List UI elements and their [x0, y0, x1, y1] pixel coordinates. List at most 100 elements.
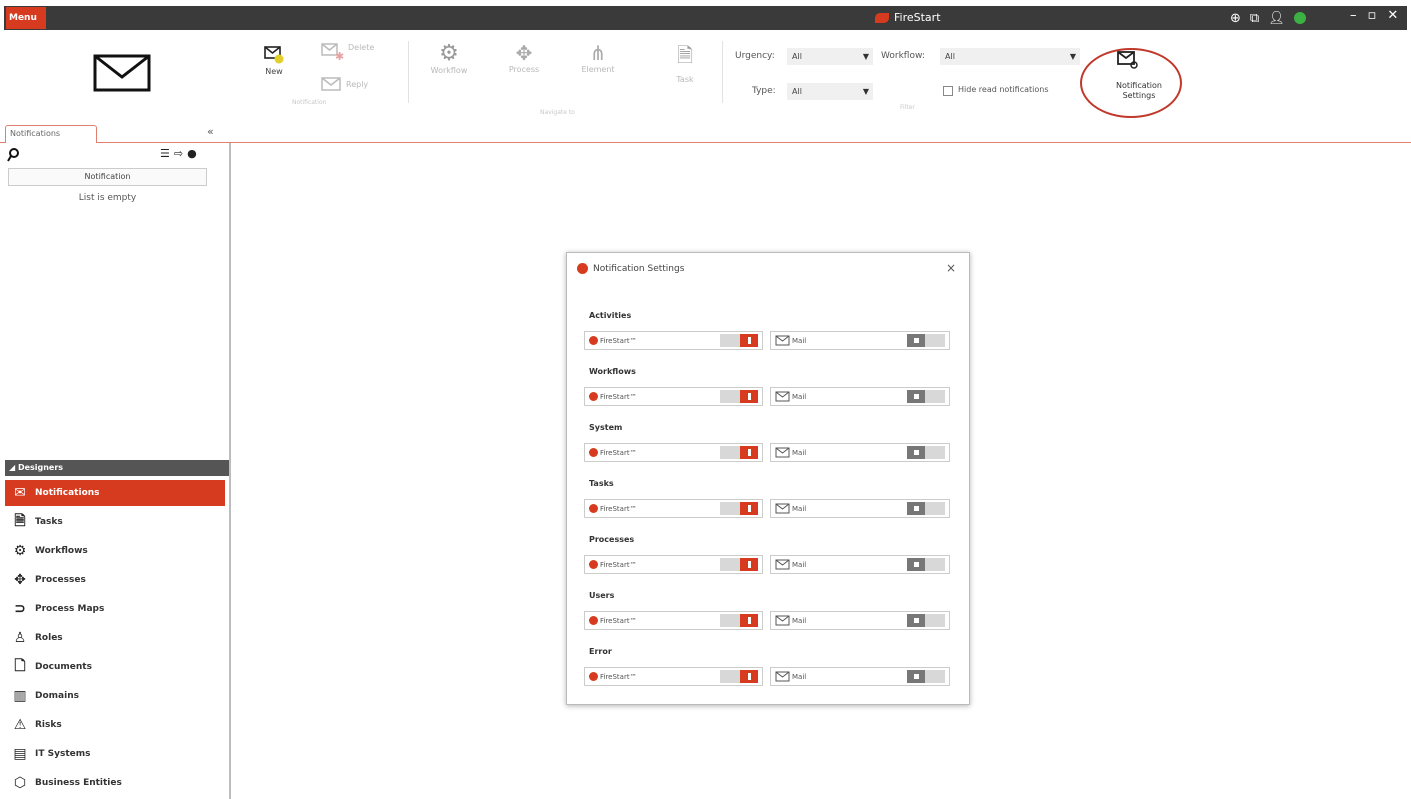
firestart-channel-field: FireStart™ — [584, 331, 763, 350]
firestart-toggle[interactable] — [720, 390, 760, 403]
copy-icon[interactable]: ⧉ — [1250, 11, 1259, 26]
firestart-toggle[interactable] — [720, 502, 760, 515]
mail-channel-label: Mail — [792, 616, 807, 625]
firestart-channel-field: FireStart™ — [584, 499, 763, 518]
mail-icon — [775, 335, 790, 346]
dialog-close-icon[interactable]: × — [946, 261, 956, 275]
sidebar-item-notifications[interactable]: ✉ Notifications — [5, 480, 225, 506]
mail-toggle[interactable] — [907, 390, 947, 403]
hide-read-checkbox[interactable] — [943, 86, 953, 96]
firestart-toggle[interactable] — [720, 446, 760, 459]
mail-toggle[interactable] — [907, 614, 947, 627]
notification-column-header[interactable]: Notification — [8, 168, 207, 186]
risk-icon: ⚠ — [13, 717, 27, 733]
menu-button[interactable]: Menu — [6, 7, 46, 29]
notification-settings-icon[interactable] — [1116, 49, 1140, 71]
workflow-gear-icon: ⚙ — [439, 41, 459, 66]
firestart-toggle[interactable] — [720, 334, 760, 347]
sidebar-item-domains[interactable]: ▥ Domains — [5, 683, 225, 709]
workflow-filter-select[interactable]: All ▼ — [940, 48, 1080, 65]
firestart-logo-icon — [577, 263, 588, 274]
sidebar-item-business-entities[interactable]: ⬡ Business Entities — [5, 770, 225, 796]
type-select[interactable]: All ▼ — [787, 83, 873, 100]
mail-toggle[interactable] — [907, 670, 947, 683]
notification-channel-row: FireStart™ Mail — [584, 499, 950, 518]
titlebar-tools: ⊕ ⧉ 👤︎ — [1230, 8, 1306, 28]
toggle-track — [720, 502, 740, 515]
sidebar-item-roles[interactable]: ♙ Roles — [5, 625, 225, 651]
firestart-toggle[interactable] — [720, 670, 760, 683]
mail-toggle[interactable] — [907, 446, 947, 459]
mail-channel-field: Mail — [770, 611, 950, 630]
notification-channel-row: FireStart™ Mail — [584, 611, 950, 630]
firestart-toggle[interactable] — [720, 614, 760, 627]
firestart-channel-label: FireStart™ — [600, 616, 637, 625]
sidebar-item-it-systems[interactable]: ▤ IT Systems — [5, 741, 225, 767]
toggle-track — [720, 446, 740, 459]
reply-button[interactable]: Reply — [320, 75, 368, 93]
toggle-knob — [740, 502, 758, 515]
mail-toggle[interactable] — [907, 558, 947, 571]
search-icon[interactable] — [7, 148, 19, 162]
title-bar: Menu FireStart ⊕ ⧉ 👤︎ – ▫ ✕ — [0, 0, 1411, 33]
online-status-icon[interactable] — [1293, 12, 1306, 24]
notification-channel-row: FireStart™ Mail — [584, 555, 950, 574]
toggle-knob — [740, 334, 758, 347]
navigate-process-button[interactable]: ✥ Process — [504, 41, 544, 74]
delete-button[interactable]: ✱ Delete — [320, 41, 374, 61]
new-notification-button[interactable]: New — [262, 43, 286, 76]
chevron-down-icon: ▼ — [862, 87, 869, 96]
restore-icon[interactable]: ▫ — [1368, 8, 1377, 23]
task-icon: 🗎︎ — [14, 513, 26, 529]
firestart-logo-icon — [589, 560, 598, 569]
firestart-channel-field: FireStart™ — [584, 611, 763, 630]
user-icon[interactable]: 👤︎ — [1268, 11, 1285, 26]
firestart-toggle[interactable] — [720, 558, 760, 571]
navigate-workflow-button[interactable]: ⚙ Workflow — [424, 41, 474, 75]
mail-channel-field: Mail — [770, 331, 950, 350]
designers-header[interactable]: ◢ Designers — [5, 460, 229, 476]
tab-notifications[interactable]: Notifications — [5, 125, 97, 143]
firestart-logo-icon — [589, 672, 598, 681]
firestart-logo-icon — [589, 392, 598, 401]
sidebar-item-label: Roles — [35, 633, 63, 643]
sidebar-item-processes[interactable]: ✥ Processes — [5, 567, 225, 593]
sidebar-item-process-maps[interactable]: ⊃ Process Maps — [5, 596, 225, 622]
dialog-title-bar: Notification Settings — [577, 263, 684, 274]
navigate-element-button[interactable]: ⋔ Element — [578, 41, 618, 74]
chevron-down-icon: ▼ — [1069, 52, 1076, 61]
element-nav-icon: ⋔ — [589, 41, 607, 65]
new-label: New — [265, 67, 283, 76]
filter-icon[interactable]: ☰ — [160, 147, 170, 160]
urgency-select[interactable]: All ▼ — [787, 48, 873, 65]
title-bar-background — [4, 6, 1407, 30]
toggle-track — [720, 614, 740, 627]
toggle-knob — [907, 502, 925, 515]
sidebar-item-documents[interactable]: 🗋︎ Documents — [5, 654, 225, 680]
notification-channel-row: FireStart™ Mail — [584, 331, 950, 350]
mail-channel-field: Mail — [770, 443, 950, 462]
firestart-channel-label: FireStart™ — [600, 672, 637, 681]
sidebar-item-tasks[interactable]: 🗎︎ Tasks — [5, 509, 225, 535]
firestart-channel-label: FireStart™ — [600, 560, 637, 569]
settings-icon[interactable]: ● — [187, 147, 197, 160]
globe-icon[interactable]: ⊕ — [1230, 11, 1241, 26]
firestart-channel-field: FireStart™ — [584, 387, 763, 406]
group-label-navigate: Navigate to — [540, 109, 575, 116]
mail-toggle[interactable] — [907, 334, 947, 347]
toggle-track — [925, 614, 945, 627]
navigate-task-button[interactable]: 🗎︎ Task — [668, 41, 702, 84]
mail-channel-field: Mail — [770, 667, 950, 686]
export-icon[interactable]: ⇨ — [174, 147, 183, 160]
collapse-pane-icon[interactable]: « — [207, 125, 214, 138]
mail-toggle[interactable] — [907, 502, 947, 515]
mail-icon — [775, 447, 790, 458]
sidebar-item-label: Documents — [35, 662, 92, 672]
close-window-icon[interactable]: ✕ — [1387, 8, 1398, 23]
sidebar-item-workflows[interactable]: ⚙ Workflows — [5, 538, 225, 564]
notification-settings-button[interactable]: Notification Settings — [1109, 81, 1169, 101]
minimize-icon[interactable]: – — [1350, 8, 1357, 23]
sidebar-item-label: Business Entities — [35, 778, 122, 788]
sidebar-item-risks[interactable]: ⚠ Risks — [5, 712, 225, 738]
role-icon: ♙ — [13, 630, 27, 646]
